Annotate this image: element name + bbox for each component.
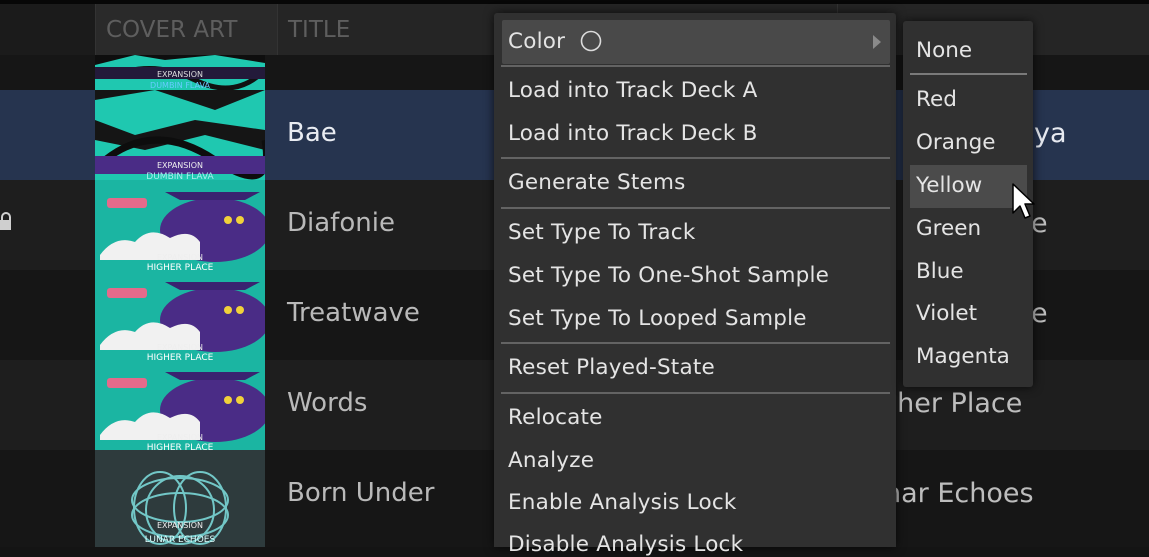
track-title[interactable]: Treatwave: [287, 298, 420, 328]
svg-text:HIGHER PLACE: HIGHER PLACE: [147, 263, 214, 270]
track-artist[interactable]: nar Echoes: [884, 478, 1034, 509]
menu-item-reset-played-state[interactable]: Reset Played-State: [508, 355, 715, 380]
svg-text:DUMBIN FLAVA: DUMBIN FLAVA: [146, 172, 214, 180]
menu-item-load-deck-a[interactable]: Load into Track Deck A: [508, 78, 758, 103]
menu-item-load-deck-b[interactable]: Load into Track Deck B: [508, 121, 758, 146]
track-artist[interactable]: e: [1031, 298, 1048, 329]
track-title[interactable]: Words: [287, 388, 367, 418]
menu-item-set-type-one-shot[interactable]: Set Type To One-Shot Sample: [508, 263, 829, 288]
cover-art: EXPANSION HIGHER PLACE: [95, 180, 265, 270]
menu-item-set-type-track[interactable]: Set Type To Track: [508, 220, 695, 245]
cover-label: EXPANSION: [157, 521, 203, 530]
menu-separator: [501, 207, 890, 209]
color-option-violet[interactable]: Violet: [916, 301, 977, 326]
menu-item-relocate[interactable]: Relocate: [508, 405, 603, 430]
cover-label: EXPANSION: [157, 70, 203, 79]
track-title[interactable]: Bae: [287, 118, 337, 148]
color-option-green[interactable]: Green: [916, 216, 981, 241]
chevron-right-icon: [872, 34, 882, 49]
track-title[interactable]: Born Under: [287, 478, 434, 508]
menu-separator: [501, 392, 890, 394]
color-option-none[interactable]: None: [916, 38, 972, 63]
column-header-cover-art[interactable]: COVER ART: [95, 4, 277, 55]
cover-art: EXPANSION DUMBIN FLAVA: [95, 55, 265, 90]
svg-text:HIGHER PLACE: HIGHER PLACE: [147, 353, 214, 360]
circle-icon: [580, 30, 602, 52]
cover-label: EXPANSION: [157, 343, 203, 352]
menu-separator: [501, 157, 890, 159]
svg-text:HIGHER PLACE: HIGHER PLACE: [147, 443, 214, 450]
cover-art: EXPANSION LUNAR ECHOES: [95, 450, 265, 547]
cover-art: EXPANSION HIGHER PLACE: [95, 360, 265, 450]
menu-item-analyze[interactable]: Analyze: [508, 448, 594, 473]
cover-art: EXPANSION DUMBIN FLAVA: [95, 90, 265, 180]
cover-label: EXPANSION: [157, 161, 203, 170]
cover-label: EXPANSION: [157, 253, 203, 262]
mouse-pointer-icon: [1012, 183, 1036, 221]
lock-icon: [0, 212, 12, 232]
track-artist[interactable]: gher Place: [880, 388, 1022, 419]
menu-separator: [501, 342, 890, 344]
menu-item-set-type-looped[interactable]: Set Type To Looped Sample: [508, 306, 807, 331]
submenu-separator: [910, 73, 1027, 75]
color-option-magenta[interactable]: Magenta: [916, 344, 1010, 369]
menu-item-disable-analysis-lock[interactable]: Disable Analysis Lock: [508, 532, 743, 557]
track-artist[interactable]: ya: [1034, 118, 1067, 149]
color-option-red[interactable]: Red: [916, 87, 957, 112]
track-title[interactable]: Diafonie: [287, 208, 395, 238]
menu-item-enable-analysis-lock[interactable]: Enable Analysis Lock: [508, 490, 737, 515]
menu-item-color[interactable]: Color: [508, 29, 565, 54]
menu-item-generate-stems[interactable]: Generate Stems: [508, 170, 686, 195]
color-option-yellow[interactable]: Yellow: [916, 173, 982, 198]
svg-text:DUMBIN FLAVA: DUMBIN FLAVA: [150, 81, 210, 90]
column-header-blank[interactable]: [0, 4, 95, 55]
menu-separator: [501, 65, 890, 67]
color-option-blue[interactable]: Blue: [916, 259, 964, 284]
svg-text:LUNAR ECHOES: LUNAR ECHOES: [145, 535, 216, 545]
cover-art: EXPANSION HIGHER PLACE: [95, 270, 265, 360]
cover-label: EXPANSION: [157, 433, 203, 442]
menu-item-color-label: Color: [508, 29, 566, 54]
color-option-orange[interactable]: Orange: [916, 130, 995, 155]
